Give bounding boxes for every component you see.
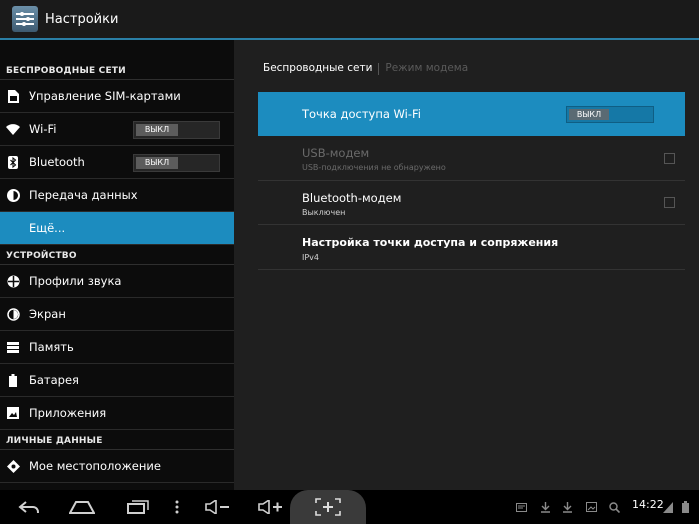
status-clock: 14:22 xyxy=(632,498,664,511)
sidebar-item-label: Профили звука xyxy=(29,274,122,288)
pref-usb-tethering: USB-модем USB-подключения не обнаружено xyxy=(258,136,685,181)
pref-bluetooth-tethering[interactable]: Bluetooth-модем Выключен xyxy=(258,181,685,225)
tab-wireless-networks[interactable]: Беспроводные сети xyxy=(263,62,372,75)
volume-up-icon[interactable] xyxy=(256,490,286,524)
battery-icon xyxy=(6,373,20,387)
screenshot-button[interactable] xyxy=(290,490,366,524)
sidebar-item-display[interactable]: Экран xyxy=(0,298,234,331)
page-title: Настройки xyxy=(45,11,119,27)
pref-summary: Выключен xyxy=(302,208,346,217)
tab-bar: Беспроводные сети Режим модема xyxy=(263,62,468,75)
home-icon[interactable] xyxy=(66,490,98,524)
pref-title: Bluetooth-модем xyxy=(302,191,402,205)
download-icon xyxy=(541,490,550,524)
back-icon[interactable] xyxy=(14,490,44,524)
toggle-state: ВЫКЛ xyxy=(569,109,609,120)
recent-apps-icon[interactable] xyxy=(123,490,153,524)
signal-strength-icon xyxy=(663,490,673,524)
pref-title: Точка доступа Wi-Fi xyxy=(302,107,421,121)
bluetooth-tethering-checkbox[interactable] xyxy=(664,197,675,208)
section-header-personal: ЛИЧНЫЕ ДАННЫЕ xyxy=(0,430,234,450)
display-icon xyxy=(6,307,20,321)
sidebar-item-label: Мое местоположение xyxy=(29,459,161,473)
sound-icon xyxy=(6,274,20,288)
sidebar-item-bluetooth[interactable]: Bluetooth ВЫКЛ xyxy=(0,146,234,179)
sidebar-item-label: Ещё... xyxy=(29,221,66,235)
apps-icon xyxy=(6,406,20,420)
sidebar-item-label: Приложения xyxy=(29,406,107,420)
image-notification-icon xyxy=(586,490,597,524)
sidebar-item-sound[interactable]: Профили звука xyxy=(0,265,234,298)
detail-panel: Беспроводные сети Режим модема Точка дос… xyxy=(234,40,699,490)
tab-divider xyxy=(378,63,380,75)
sidebar-item-label: Экран xyxy=(29,307,66,321)
menu-icon[interactable] xyxy=(170,490,184,524)
bluetooth-icon xyxy=(6,155,20,169)
hotspot-toggle[interactable]: ВЫКЛ xyxy=(566,106,654,123)
sidebar-item-label: Память xyxy=(29,340,74,354)
search-icon xyxy=(609,490,620,524)
settings-sidebar: БЕСПРОВОДНЫЕ СЕТИ Управление SIM-картами… xyxy=(0,40,234,490)
sim-card-icon xyxy=(6,89,20,103)
settings-app-icon[interactable] xyxy=(12,6,38,32)
sidebar-item-label: Bluetooth xyxy=(29,155,85,169)
section-header-wireless: БЕСПРОВОДНЫЕ СЕТИ xyxy=(0,60,234,80)
storage-icon xyxy=(6,340,20,354)
pref-title: Настройка точки доступа и сопряжения xyxy=(302,236,559,249)
wifi-toggle[interactable]: ВЫКЛ xyxy=(133,121,220,139)
sidebar-item-label: Передача данных xyxy=(29,188,138,202)
toggle-state: ВЫКЛ xyxy=(136,124,178,136)
screenshot-icon xyxy=(315,498,341,520)
pref-summary: IPv4 xyxy=(302,253,320,262)
location-icon xyxy=(6,459,20,473)
section-header-device: УСТРОЙСТВО xyxy=(0,245,234,265)
bluetooth-toggle[interactable]: ВЫКЛ xyxy=(133,154,220,172)
pref-wifi-hotspot[interactable]: Точка доступа Wi-Fi ВЫКЛ xyxy=(258,92,685,136)
sidebar-item-sim[interactable]: Управление SIM-картами xyxy=(0,80,234,113)
tab-tethering[interactable]: Режим модема xyxy=(385,62,468,75)
download-icon-2 xyxy=(563,490,572,524)
toggle-state: ВЫКЛ xyxy=(136,157,178,169)
wifi-icon xyxy=(6,122,20,136)
sidebar-item-more[interactable]: Ещё... xyxy=(0,212,234,245)
volume-down-icon[interactable] xyxy=(203,490,233,524)
sidebar-item-label: Управление SIM-картами xyxy=(29,89,181,103)
pref-hotspot-setup[interactable]: Настройка точки доступа и сопряжения IPv… xyxy=(258,225,685,270)
data-usage-icon xyxy=(6,188,20,202)
notification-email-icon xyxy=(516,490,527,524)
sidebar-item-battery[interactable]: Батарея xyxy=(0,364,234,397)
pref-summary: USB-подключения не обнаружено xyxy=(302,163,446,172)
sidebar-item-wifi[interactable]: Wi-Fi ВЫКЛ xyxy=(0,113,234,146)
sidebar-item-label: Wi-Fi xyxy=(29,122,57,136)
sidebar-item-location[interactable]: Мое местоположение xyxy=(0,450,234,483)
sidebar-item-label: Батарея xyxy=(29,373,79,387)
usb-tethering-checkbox xyxy=(664,153,675,164)
battery-status-icon xyxy=(682,490,689,524)
sidebar-item-data-usage[interactable]: Передача данных xyxy=(0,179,234,212)
sidebar-item-apps[interactable]: Приложения xyxy=(0,397,234,430)
sidebar-item-storage[interactable]: Память xyxy=(0,331,234,364)
action-bar: Настройки xyxy=(0,0,699,40)
pref-title: USB-модем xyxy=(302,146,370,160)
